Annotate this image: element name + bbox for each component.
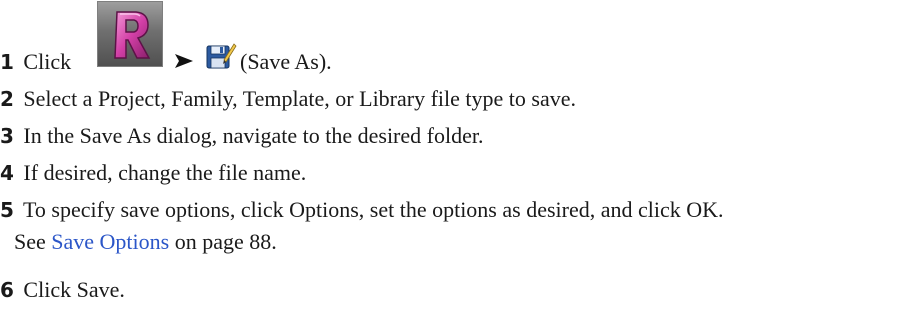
step-5: 5 To specify save options, click Options… <box>0 197 724 223</box>
step-number: 1 <box>0 50 14 74</box>
step-text: If desired, change the file name. <box>23 160 307 185</box>
save-options-link[interactable]: Save Options <box>51 229 169 254</box>
step-6: 6 Click Save. <box>0 277 125 303</box>
step-2: 2 Select a Project, Family, Template, or… <box>0 86 576 112</box>
step-number: 3 <box>0 124 14 148</box>
step-text: To specify save options, click Options, … <box>23 197 724 222</box>
revit-r-icon[interactable] <box>97 1 163 67</box>
menu-arrow-icon <box>173 50 195 78</box>
save-as-caption: (Save As). <box>240 49 332 74</box>
step-1: 1 Click <box>0 49 71 75</box>
step-number: 4 <box>0 161 14 185</box>
step-number: 6 <box>0 278 14 302</box>
step-text: Select a Project, Family, Template, or L… <box>23 86 576 111</box>
step-text: In the Save As dialog, navigate to the d… <box>23 123 484 148</box>
step-number: 5 <box>0 198 14 222</box>
see-also-line: See Save Options on page 88. <box>14 229 277 255</box>
save-as-icon[interactable] <box>205 40 237 78</box>
step-3: 3 In the Save As dialog, navigate to the… <box>0 123 483 149</box>
step-4: 4 If desired, change the file name. <box>0 160 306 186</box>
step-text: Click <box>23 49 72 74</box>
see-suffix: on page 88. <box>174 229 277 254</box>
step-number: 2 <box>0 87 14 111</box>
step-text: Click Save. <box>23 277 125 302</box>
see-prefix: See <box>14 229 46 254</box>
